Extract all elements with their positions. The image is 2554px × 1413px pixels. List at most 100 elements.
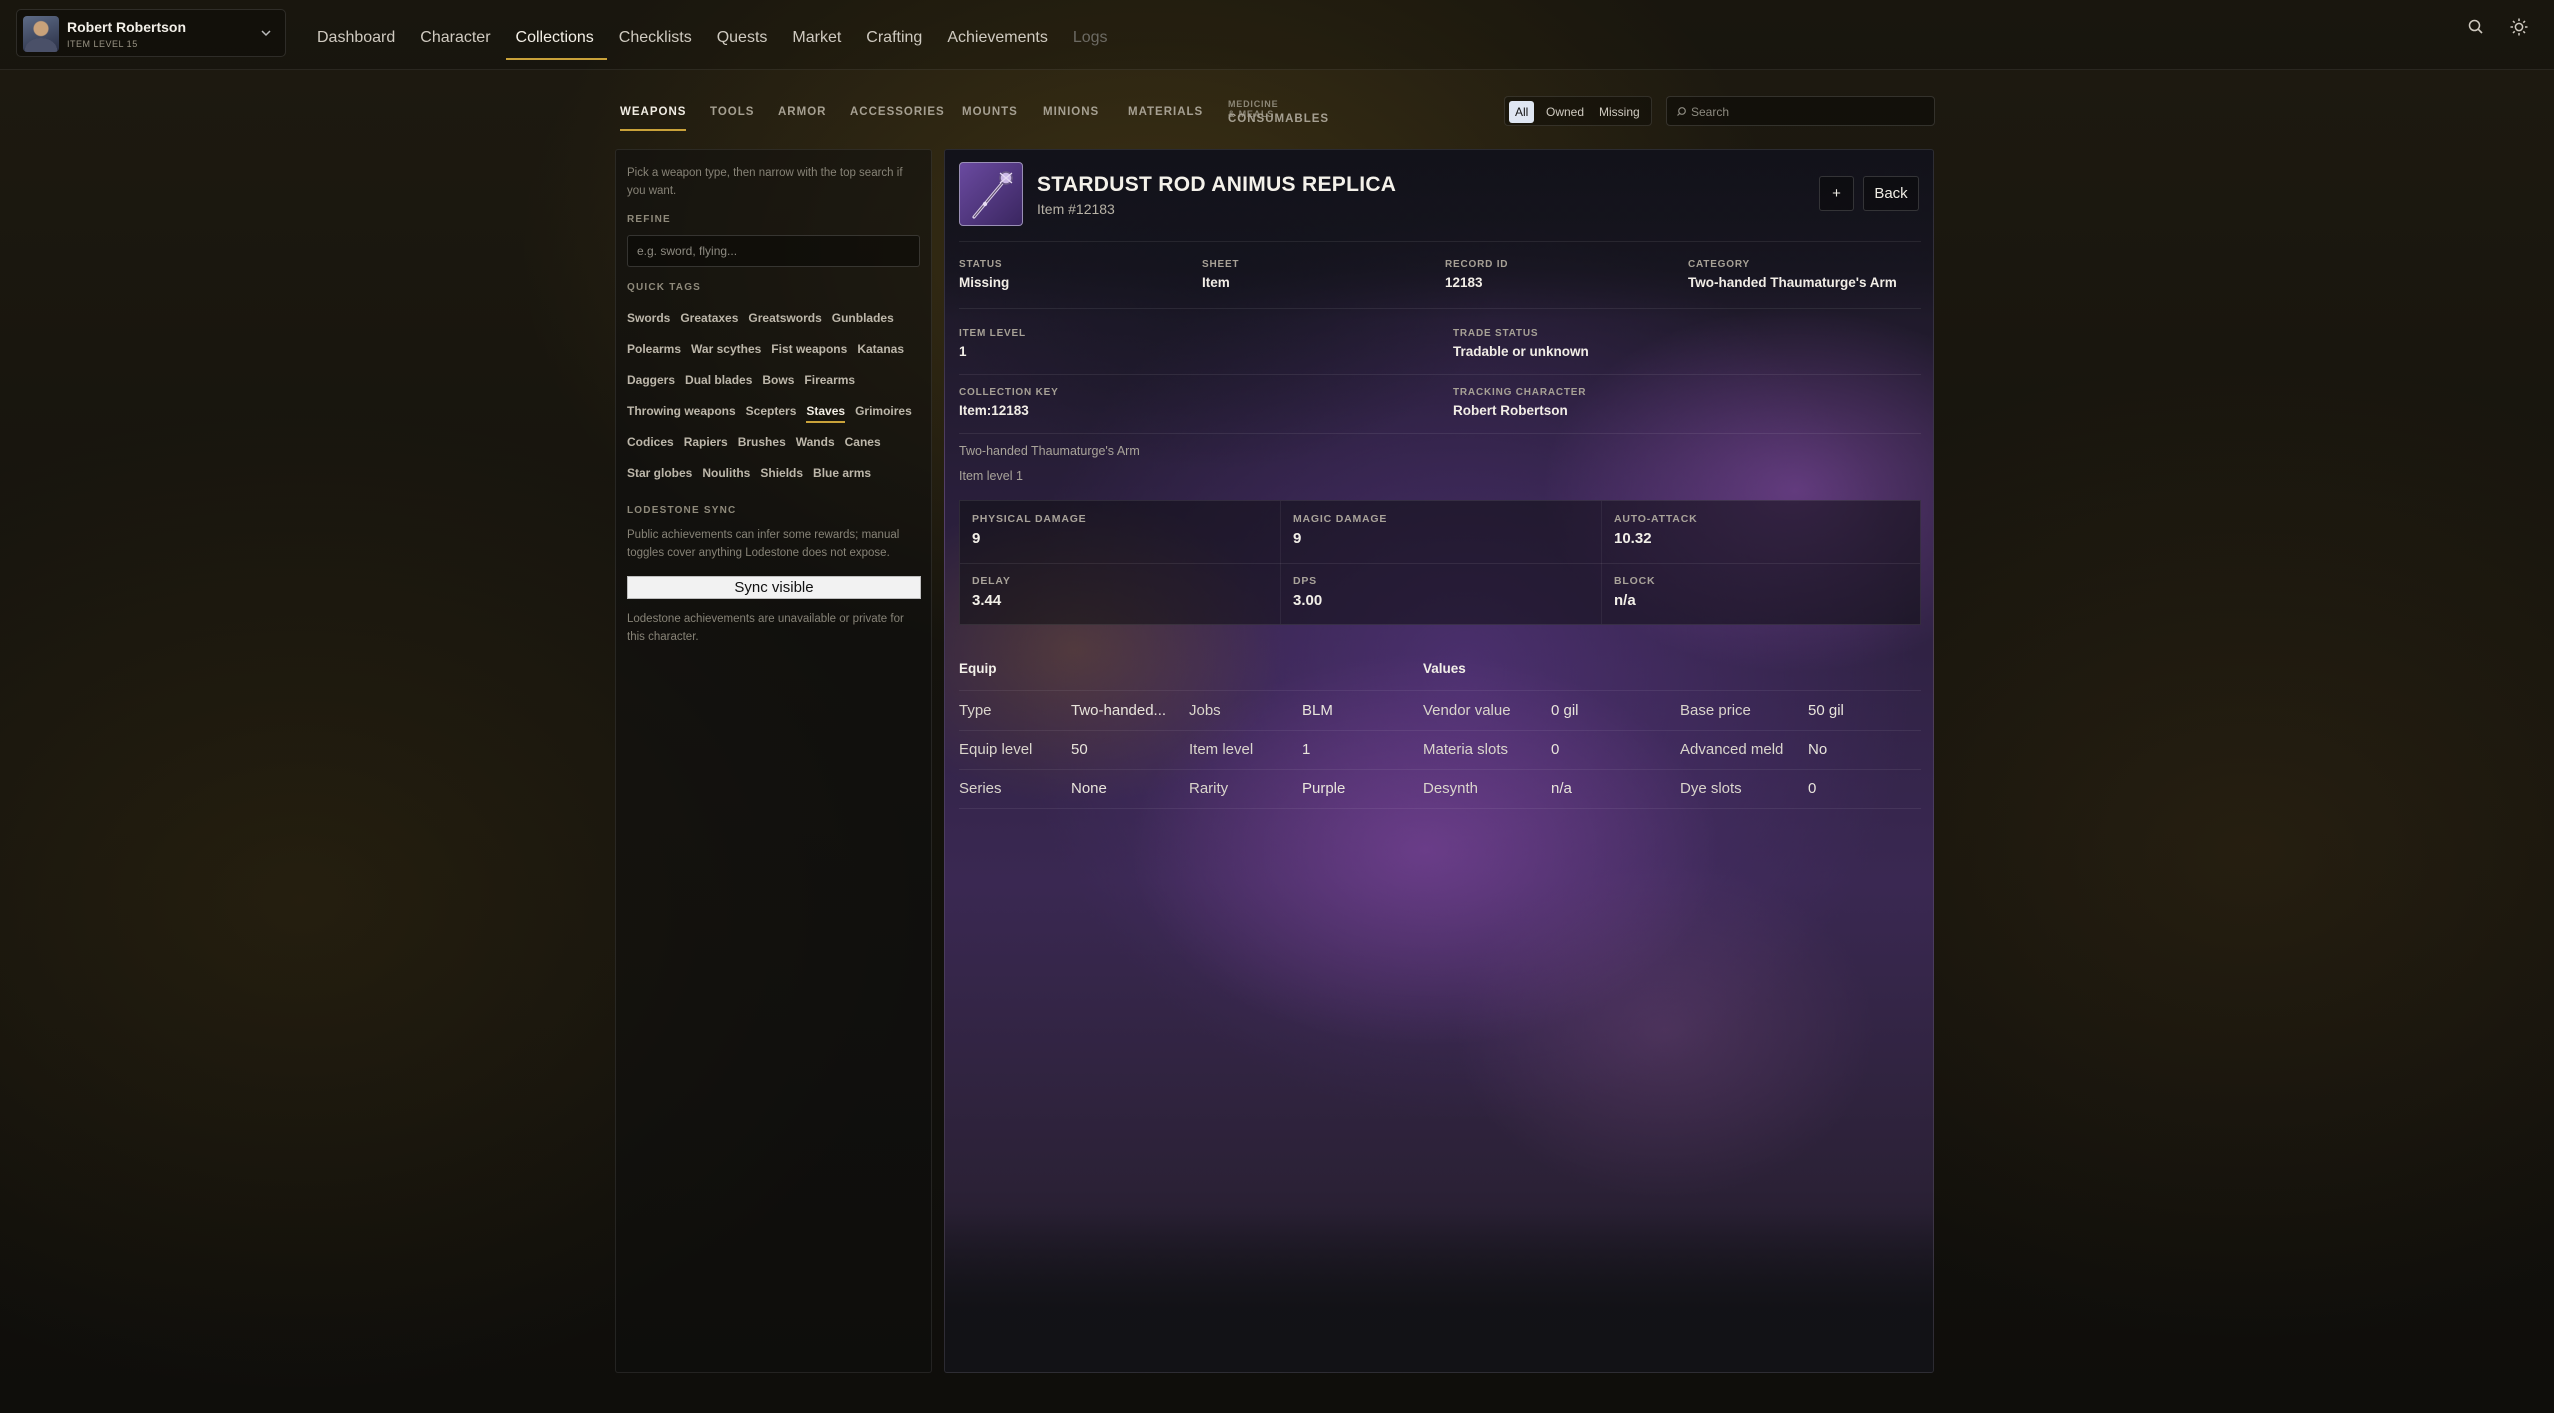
tab-tools[interactable]: TOOLS (710, 106, 754, 118)
tab-accessories[interactable]: ACCESSORIES (850, 106, 945, 118)
nav-market[interactable]: Market (792, 0, 854, 70)
tag-dual-blades[interactable]: Dual blades (685, 372, 752, 403)
lodestone-sync-label: LODESTONE SYNC (627, 505, 737, 516)
property-label: Type (959, 702, 992, 719)
nav-quests[interactable]: Quests (717, 0, 781, 70)
property-value: BLM (1302, 702, 1333, 719)
tag-greataxes[interactable]: Greataxes (680, 310, 738, 341)
tag-gunblades[interactable]: Gunblades (832, 310, 894, 341)
filter-missing[interactable]: Missing (1593, 101, 1646, 123)
tag-nouliths[interactable]: Nouliths (702, 465, 750, 496)
nav-dashboard[interactable]: Dashboard (317, 0, 408, 70)
property-value: n/a (1551, 780, 1572, 797)
tag-star-globes[interactable]: Star globes (627, 465, 692, 496)
back-button[interactable]: Back (1863, 176, 1919, 211)
property-value: 0 gil (1551, 702, 1579, 719)
character-name: Robert Robertson (67, 19, 186, 35)
tag-fist-weapons[interactable]: Fist weapons (771, 341, 847, 372)
property-value: 50 (1071, 741, 1088, 758)
property-label: Base price (1680, 702, 1751, 719)
tab-armor[interactable]: ARMOR (778, 106, 826, 118)
nav-crafting[interactable]: Crafting (866, 0, 935, 70)
weapon-filter-sidebar: Pick a weapon type, then narrow with the… (615, 149, 932, 1373)
tag-greatswords[interactable]: Greatswords (748, 310, 821, 341)
nav-logs: Logs (1072, 29, 1108, 46)
stats-grid: PHYSICAL DAMAGE 9 MAGIC DAMAGE 9 AUTO-ATTA… (959, 500, 1921, 625)
values-heading: Values (1423, 661, 1466, 676)
filter-owned[interactable]: Owned (1540, 101, 1590, 123)
stat-physical-damage: PHYSICAL DAMAGE 9 (972, 513, 1087, 547)
tag-canes[interactable]: Canes (845, 434, 881, 465)
tab-consumables-label: CONSUMABLES (1228, 113, 1330, 125)
add-button[interactable]: + (1819, 176, 1854, 211)
nav-checklists[interactable]: Checklists (619, 0, 705, 70)
stat-magic-damage: MAGIC DAMAGE 9 (1293, 513, 1388, 547)
tab-minions[interactable]: MINIONS (1043, 106, 1099, 118)
tag-swords[interactable]: Swords (627, 310, 670, 341)
tag-katanas[interactable]: Katanas (857, 341, 904, 372)
tag-blue-arms[interactable]: Blue arms (813, 465, 871, 496)
sun-gear-icon[interactable] (2509, 17, 2529, 37)
property-value: 50 gil (1808, 702, 1844, 719)
stat-delay: DELAY 3.44 (972, 575, 1011, 609)
sync-status: Lodestone achievements are unavailable o… (627, 613, 904, 643)
property-label: Series (959, 780, 1002, 797)
sync-note: Public achievements can infer some rewar… (627, 529, 900, 559)
tag-rapiers[interactable]: Rapiers (684, 434, 728, 465)
status-field: STATUS Missing (959, 259, 1010, 290)
tag-wands[interactable]: Wands (796, 434, 835, 465)
tab-mounts[interactable]: MOUNTS (962, 106, 1018, 118)
tag-brushes[interactable]: Brushes (738, 434, 786, 465)
ownership-filter: All Owned Missing (1504, 96, 1652, 126)
tag-codices[interactable]: Codices (627, 434, 674, 465)
property-label: Advanced meld (1680, 741, 1784, 758)
tag-firearms[interactable]: Firearms (804, 372, 855, 403)
item-subtitle-category: Two-handed Thaumaturge's Arm (959, 444, 1140, 458)
search-icon (1677, 107, 1686, 116)
filter-all[interactable]: All (1509, 101, 1535, 123)
collection-key-field: COLLECTION KEY Item:12183 (959, 387, 1059, 418)
tracking-character-field: TRACKING CHARACTER Robert Robertson (1453, 387, 1587, 418)
nav-collections[interactable]: Collections (505, 0, 608, 70)
record-id-field: RECORD ID 12183 (1445, 259, 1509, 290)
sync-visible-button[interactable]: Sync visible (627, 576, 921, 599)
tab-weapons[interactable]: WEAPONS (620, 106, 687, 131)
top-bar: Robert Robertson ITEM LEVEL 15 Dashboard… (0, 0, 2554, 70)
property-value: 1 (1302, 741, 1311, 758)
quick-tags: Swords Greataxes Greatswords Gunblades Polea… (627, 310, 927, 496)
tag-grimoires[interactable]: Grimoires (855, 403, 912, 434)
tag-polearms[interactable]: Polearms (627, 341, 681, 372)
tag-throwing-weapons[interactable]: Throwing weapons (627, 403, 736, 434)
item-subtitle-level: Item level 1 (959, 469, 1023, 483)
nav-achievements[interactable]: Achievements (947, 0, 1061, 70)
avatar (23, 16, 59, 52)
search-input[interactable] (1691, 101, 1926, 123)
property-value: No (1808, 741, 1828, 758)
tag-scepters[interactable]: Scepters (746, 403, 797, 434)
property-label: Vendor value (1423, 702, 1511, 719)
stat-auto-attack: AUTO-ATTACK 10.32 (1614, 513, 1698, 547)
tag-staves[interactable]: Staves (806, 403, 845, 434)
nav-character[interactable]: Character (420, 0, 503, 70)
tag-war-scythes[interactable]: War scythes (691, 341, 761, 372)
refine-input[interactable] (627, 235, 920, 267)
tag-row: Codices Rapiers Brushes Wands Canes (627, 434, 927, 465)
tag-daggers[interactable]: Daggers (627, 372, 675, 403)
property-label: Item level (1189, 741, 1254, 758)
property-label: Desynth (1423, 780, 1479, 797)
quick-tags-label: QUICK TAGS (627, 282, 702, 293)
property-label: Equip level (959, 741, 1033, 758)
property-label: Jobs (1189, 702, 1221, 719)
tag-row: Throwing weapons Scepters Staves Grimoires (627, 403, 927, 434)
tab-materials[interactable]: MATERIALS (1128, 106, 1203, 118)
sheet-field: SHEET Item (1202, 259, 1240, 290)
item-detail-panel: STARDUST ROD ANIMUS REPLICA Item #12183 … (944, 149, 1934, 1373)
tag-shields[interactable]: Shields (760, 465, 803, 496)
character-switcher[interactable]: Robert Robertson ITEM LEVEL 15 (16, 9, 286, 57)
search-box (1666, 96, 1935, 126)
character-level: ITEM LEVEL 15 (67, 39, 138, 49)
tag-bows[interactable]: Bows (762, 372, 794, 403)
stat-dps: DPS 3.00 (1293, 575, 1323, 609)
search-icon[interactable] (2466, 17, 2486, 37)
item-level-field: ITEM LEVEL 1 (959, 328, 1026, 359)
